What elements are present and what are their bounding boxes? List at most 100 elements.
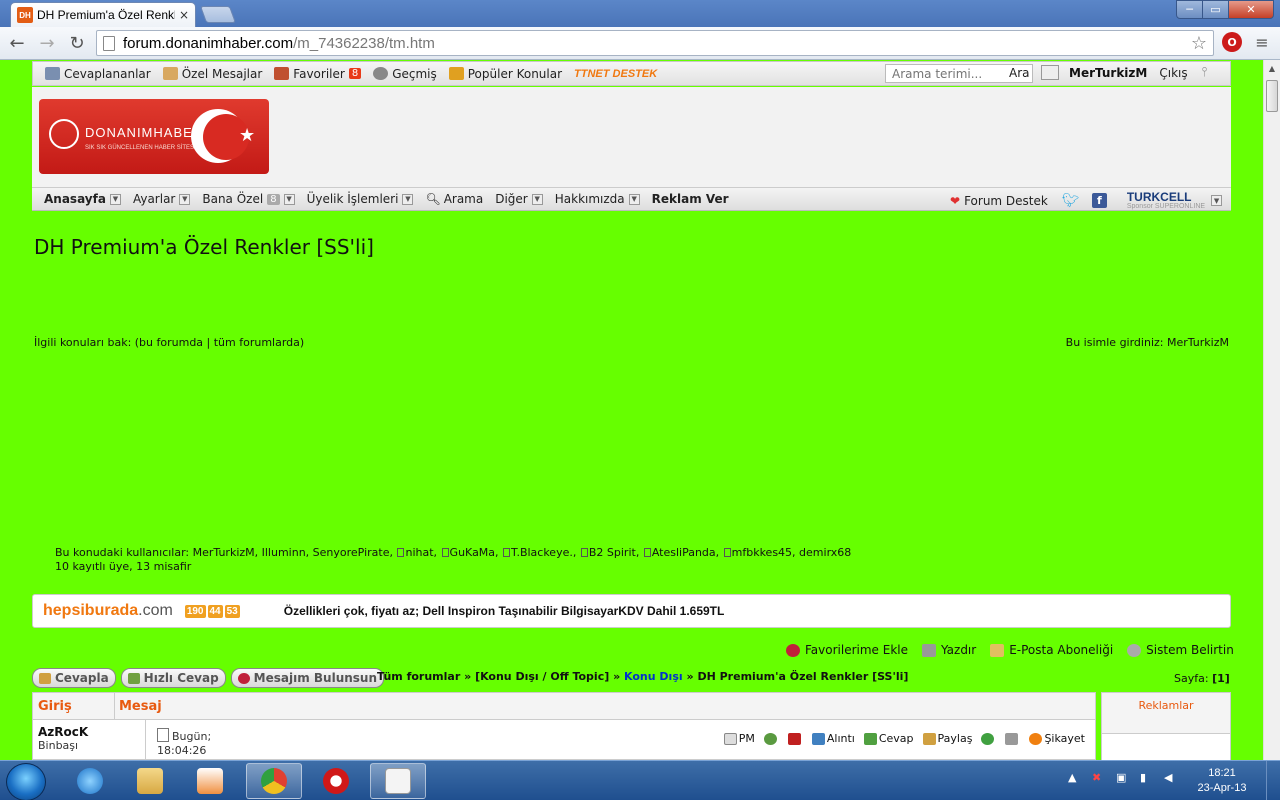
nav-membership[interactable]: Üyelik İşlemleri ▼	[307, 192, 414, 206]
tab-close-icon[interactable]: ×	[179, 8, 189, 22]
post-reply-button[interactable]: Cevap	[863, 732, 914, 745]
taskbar-clock[interactable]: 18:21 23-Apr-13	[1184, 766, 1260, 796]
warning-icon	[1029, 732, 1043, 745]
pm-button[interactable]: PM	[723, 732, 755, 745]
magnifier-icon: 🔍︎	[425, 192, 441, 206]
page-number[interactable]: [1]	[1212, 672, 1230, 685]
forward-button[interactable]: →	[34, 30, 60, 56]
new-tab-button[interactable]	[199, 6, 237, 23]
site-header: DONANIMHABER SIK SIK GÜNCELLENEN HABER S…	[32, 87, 1231, 187]
quote-button[interactable]: Alıntı	[811, 732, 855, 745]
print-link[interactable]: Yazdır	[921, 643, 976, 657]
topbar-user-area: MerTurkizM Çıkış ⫯	[1041, 65, 1207, 80]
signal-icon[interactable]: ▮	[1140, 771, 1154, 785]
share-button[interactable]: Paylaş	[922, 732, 972, 745]
scroll-up-icon[interactable]: ▲	[1264, 60, 1280, 77]
envelope-icon	[990, 643, 1005, 657]
usb-icon[interactable]: ▣	[1116, 771, 1130, 785]
show-desktop-button[interactable]	[1266, 761, 1280, 800]
add-friend-button[interactable]	[763, 732, 779, 745]
dropdown-arrow-icon[interactable]: ▼	[283, 193, 295, 205]
logged-in-as: Bu isimle girdiniz: MerTurkizM	[1065, 336, 1229, 349]
private-messages-icon	[162, 67, 178, 80]
taskbar-app[interactable]	[370, 763, 426, 799]
browser-tab[interactable]: DH DH Premium'a Özel Renkl ×	[10, 2, 196, 27]
quick-reply-button[interactable]: Hızlı Cevap	[120, 668, 226, 688]
breadcrumb-konu-disi[interactable]: Konu Dışı	[624, 670, 683, 683]
share-network-button[interactable]	[981, 732, 996, 745]
facebook-icon[interactable]: f	[1091, 193, 1107, 208]
email-subscribe-link[interactable]: E-Posta Aboneliği	[990, 643, 1113, 657]
sponsor-dropdown-icon[interactable]: ▼	[1211, 195, 1223, 206]
breadcrumb-offtopic[interactable]: [Konu Dışı / Off Topic]	[475, 670, 609, 683]
start-button[interactable]	[6, 763, 46, 800]
taskbar-explorer[interactable]	[122, 763, 178, 799]
username-link[interactable]: MerTurkizM	[1069, 66, 1147, 80]
close-window-button[interactable]: ✕	[1228, 0, 1274, 19]
back-button[interactable]: ←	[4, 30, 30, 56]
topbar-favorites[interactable]: Favoriler 8	[274, 67, 362, 81]
print-post-button[interactable]	[1005, 732, 1020, 745]
taskbar-ie[interactable]	[62, 763, 118, 799]
url-text: forum.donanimhaber.com/m_74362238/tm.htm	[123, 34, 435, 52]
report-button[interactable]: Şikayet	[1029, 732, 1085, 745]
dropdown-arrow-icon[interactable]: ▼	[531, 193, 543, 205]
wrench-menu-icon[interactable]: ≡	[1252, 31, 1272, 53]
like-button[interactable]	[787, 732, 803, 745]
breadcrumb-all-forums[interactable]: Tüm forumlar	[377, 670, 460, 683]
turkcell-sponsor-logo[interactable]: TURKCELL Sponsor SUPERONLINE	[1127, 191, 1205, 210]
nav-settings[interactable]: Ayarlar ▼	[133, 192, 191, 206]
main-navigation: Anasayfa ▼ Ayarlar ▼ Bana Özel 8 ▼ Üyelik İş…	[32, 187, 1231, 211]
window-controls: ─ ▭ ✕	[1176, 0, 1274, 19]
topbar-history[interactable]: Geçmiş	[373, 67, 437, 81]
crescent-icon	[191, 109, 249, 163]
maximize-button[interactable]: ▭	[1202, 0, 1229, 19]
nav-home[interactable]: Anasayfa ▼	[44, 192, 121, 206]
forum-support-link[interactable]: Forum Destek	[964, 194, 1048, 208]
taskbar-chrome[interactable]	[246, 763, 302, 799]
address-bar[interactable]: forum.donanimhaber.com/m_74362238/tm.htm…	[96, 30, 1214, 56]
nav-other[interactable]: Diğer ▼	[495, 192, 543, 206]
taskbar-media-player[interactable]	[182, 763, 238, 799]
ad-text[interactable]: Özellikleri çok, fiyatı az; Dell Inspiro…	[284, 604, 725, 618]
nav-search[interactable]: 🔍︎ Arama	[425, 192, 483, 206]
vertical-scrollbar[interactable]: ▲	[1263, 60, 1280, 760]
hepsiburada-ad[interactable]: hepsiburada.com 190 44 53 Özellikleri çok,…	[32, 594, 1231, 628]
reload-button[interactable]: ↻	[64, 30, 90, 56]
scroll-thumb[interactable]	[1266, 80, 1278, 112]
nav-about[interactable]: Hakkımızda ▼	[555, 192, 640, 206]
system-spec-link[interactable]: Sistem Belirtin	[1127, 643, 1234, 657]
volume-icon[interactable]: ◀	[1164, 771, 1178, 785]
add-favorite-link[interactable]: Favorilerime Ekle	[786, 643, 908, 657]
network-error-icon[interactable]: ✖	[1092, 771, 1106, 785]
topbar-private-messages[interactable]: Özel Mesajlar	[162, 67, 262, 81]
opera-extension-icon[interactable]: O	[1222, 32, 1242, 52]
related-topics-links[interactable]: İlgili konuları bak: (bu forumda | tüm f…	[34, 336, 304, 349]
logout-link[interactable]: Çıkış	[1159, 66, 1187, 80]
share-network-icon	[981, 732, 995, 745]
ttnet-destek-logo[interactable]: TTNET DESTEK	[574, 68, 657, 80]
search-button[interactable]: Ara	[1009, 66, 1030, 80]
find-my-message-button[interactable]: Mesajım Bulunsun	[230, 668, 385, 688]
nav-advertise[interactable]: Reklam Ver	[652, 192, 729, 206]
dropdown-arrow-icon[interactable]: ▼	[628, 193, 640, 205]
twitter-icon[interactable]: 🐦︎	[1062, 193, 1080, 209]
dropdown-arrow-icon[interactable]: ▼	[402, 193, 414, 205]
nav-for-me[interactable]: Bana Özel 8 ▼	[202, 192, 295, 206]
reply-button[interactable]: Cevapla	[32, 668, 116, 688]
tray-expand-icon[interactable]: ▲	[1068, 771, 1082, 785]
bookmark-star-icon[interactable]: ☆	[1191, 33, 1207, 54]
topbar-popular-topics[interactable]: Popüler Konular	[448, 67, 562, 81]
countdown-timer: 190 44 53	[184, 604, 240, 618]
post-author[interactable]: AzRocK	[38, 725, 140, 739]
taskbar-opera[interactable]	[308, 763, 364, 799]
dropdown-arrow-icon[interactable]: ▼	[109, 193, 121, 205]
dropdown-arrow-icon[interactable]: ▼	[179, 193, 191, 205]
monitor-icon[interactable]	[1041, 65, 1059, 80]
popular-topics-icon	[448, 67, 464, 80]
pin-icon[interactable]: ⫯	[1202, 65, 1208, 80]
topbar-replied[interactable]: Cevaplananlar	[45, 67, 151, 81]
donanimhaber-logo[interactable]: DONANIMHABER SIK SIK GÜNCELLENEN HABER S…	[39, 99, 269, 174]
internet-explorer-icon	[77, 768, 103, 794]
minimize-button[interactable]: ─	[1176, 0, 1203, 19]
